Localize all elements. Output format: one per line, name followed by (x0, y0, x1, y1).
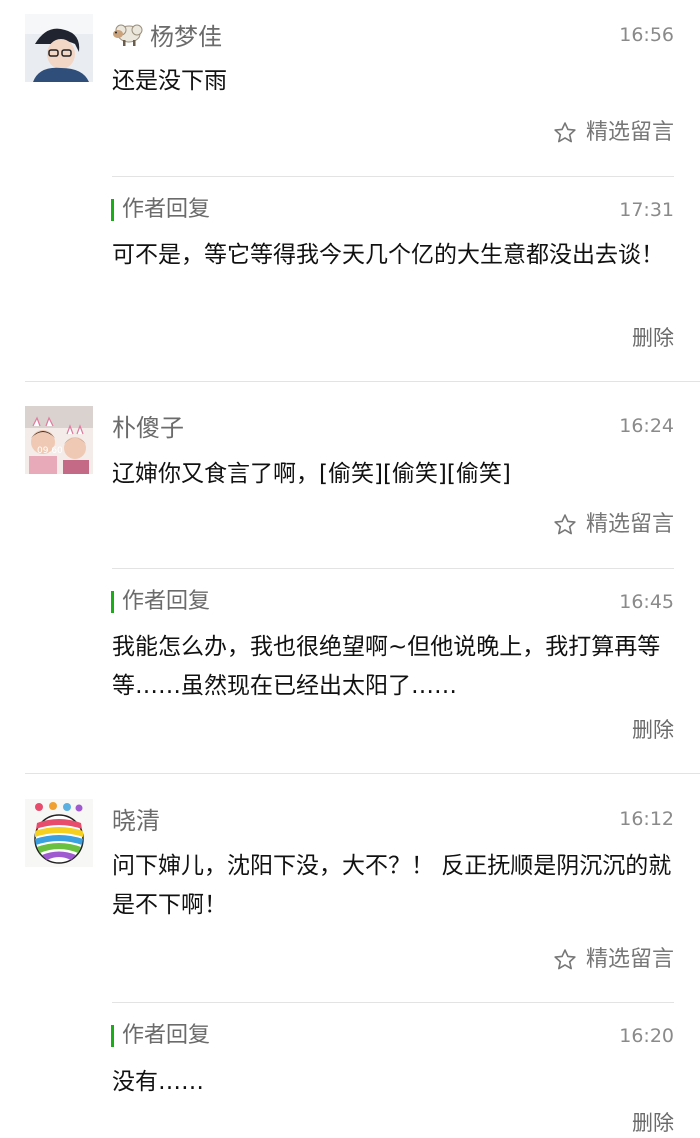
delete-button[interactable]: 删除 (632, 323, 674, 353)
reply-bar (111, 1025, 114, 1047)
feature-comment-button[interactable]: 精选留言 (552, 945, 674, 975)
reply-text: 我能怎么办，我也很绝望啊~但他说晚上，我打算再等等……虽然现在已经出太阳了…… (112, 634, 661, 699)
reply-separator (112, 176, 674, 177)
delete-button[interactable]: 删除 (632, 1108, 674, 1138)
reply-separator (112, 568, 674, 569)
feature-comment-button[interactable]: 精选留言 (552, 510, 674, 540)
star-icon (554, 949, 576, 970)
comment-divider (25, 773, 700, 774)
avatar[interactable]: 09.60 (25, 406, 93, 474)
avatar[interactable] (25, 799, 93, 867)
reply-bar (111, 591, 114, 613)
comment-time: 16:24 (619, 415, 674, 437)
star-icon (554, 514, 576, 535)
reply-bar (111, 199, 114, 221)
author-reply-label: 作者回复 (111, 588, 210, 616)
commenter-name[interactable]: 杨梦佳 (112, 20, 222, 54)
comment-time: 16:56 (619, 24, 674, 46)
avatar[interactable] (25, 14, 93, 82)
author-reply-label: 作者回复 (111, 196, 210, 224)
comment-divider (25, 381, 700, 382)
reply-separator (112, 1002, 674, 1003)
comment-text: 辽婶你又食言了啊，[偷笑][偷笑][偷笑] (112, 461, 511, 487)
reply-time: 17:31 (619, 199, 674, 221)
comment-time: 16:12 (619, 808, 674, 830)
reply-time: 16:20 (619, 1025, 674, 1047)
commenter-name[interactable]: 晓清 (112, 805, 160, 837)
reply-text: 没有…… (112, 1069, 204, 1095)
author-reply-label: 作者回复 (111, 1022, 210, 1050)
reply-time: 16:45 (619, 591, 674, 613)
delete-button[interactable]: 删除 (632, 715, 674, 745)
commenter-name[interactable]: 朴傻子 (112, 412, 184, 444)
sheep-icon (112, 20, 146, 54)
comment-text: 问下婶儿，沈阳下没，大不？！ 反正抚顺是阴沉沉的就是不下啊！ (112, 853, 672, 918)
star-icon (554, 122, 576, 143)
reply-text: 可不是，等它等得我今天几个亿的大生意都没出去谈！ (112, 242, 664, 268)
comment-text: 还是没下雨 (112, 68, 227, 94)
feature-comment-button[interactable]: 精选留言 (552, 118, 674, 148)
avatar-caption: 09.60 (37, 446, 63, 456)
